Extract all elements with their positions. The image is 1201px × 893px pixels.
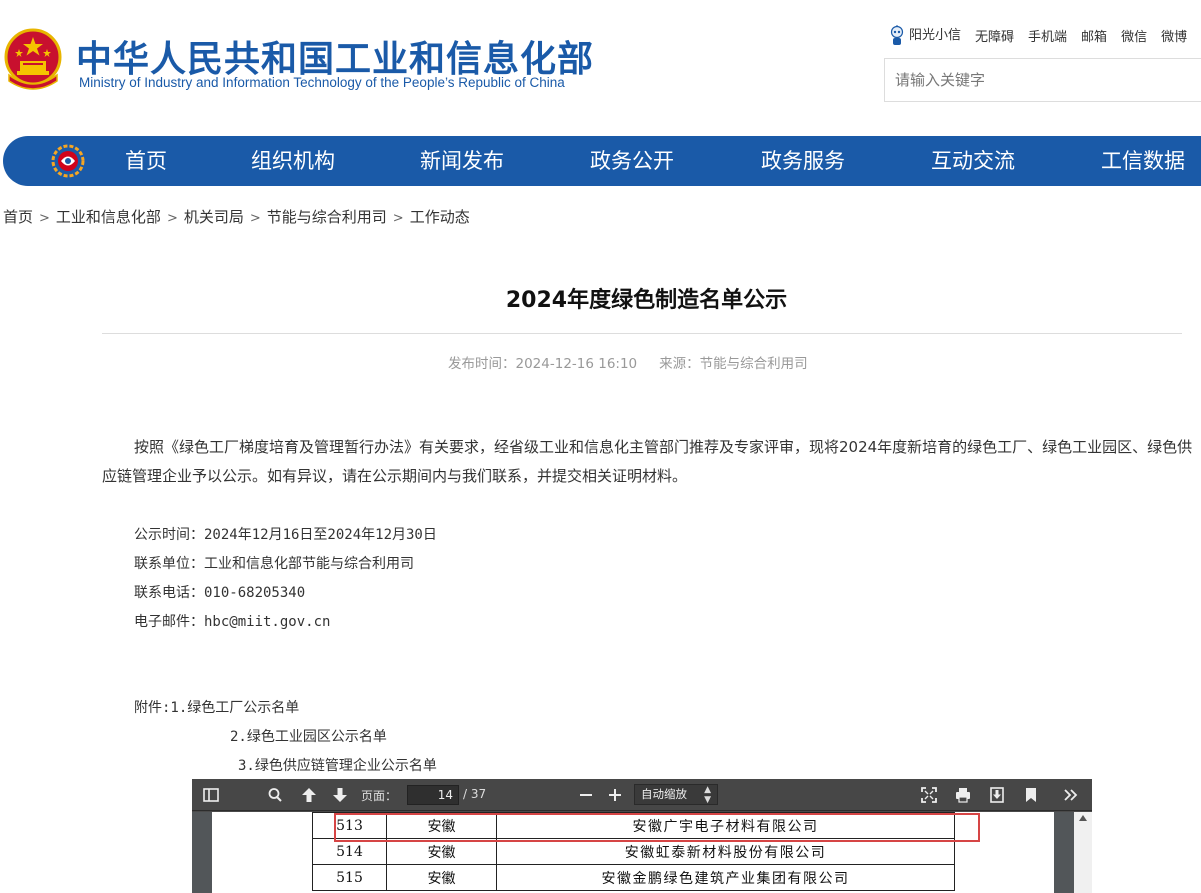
row-number: 513 [312,812,387,839]
total-pages: / 37 [463,787,487,801]
nav-interaction[interactable]: 互动交流 [931,136,1015,186]
intro-paragraph: 按照《绿色工厂梯度培育及管理暂行办法》有关要求，经省级工业和信息化主管部门推荐及… [102,438,1193,485]
pdf-toolbar: 页面： 14 / 37 自动缩放 ▲ ▼ [192,779,1092,811]
site-subtitle: Ministry of Industry and Information Tec… [79,75,565,90]
row-province: 安徽 [386,864,497,891]
page: 中华人民共和国工业和信息化部 Ministry of Industry and … [0,0,1201,893]
previous-page-icon[interactable] [300,786,318,804]
publish-time: 发布时间：2024-12-16 16:10 [448,356,638,372]
tools-menu-icon[interactable] [1062,786,1080,804]
top-links: 阳光小信 无障碍 手机端 邮箱 微信 微博 [888,24,1187,47]
bookmark-icon[interactable] [1022,786,1040,804]
nav-home[interactable]: 首页 [125,136,167,186]
zoom-in-icon[interactable] [606,786,624,804]
pdf-page: 513 安徽 安徽广宇电子材料有限公司 514 安徽 安徽虹泰新材料股份有限公司… [212,812,1054,893]
notice-period: 公示时间：2024年12月16日至2024年12月30日 [134,527,437,543]
mail-link[interactable]: 邮箱 [1081,26,1107,45]
sidebar-toggle-icon[interactable] [202,786,220,804]
breadcrumb-separator: > [392,211,404,226]
sunshine-xiaoxin-link[interactable]: 阳光小信 [888,24,961,47]
mobile-link[interactable]: 手机端 [1028,26,1067,45]
title-divider [102,333,1182,334]
breadcrumb-separator: > [39,211,50,226]
breadcrumb: 首页 > 工业和信息化部 > 机关司局 > 节能与综合利用司 > 工作动态 [3,206,470,227]
pdf-viewer: 页面： 14 / 37 自动缩放 ▲ ▼ 513 安徽 安徽广宇电子材料有限公司… [192,779,1092,893]
article-source: 来源：节能与综合利用司 [659,356,808,372]
weibo-link[interactable]: 微博 [1161,26,1187,45]
next-page-icon[interactable] [331,786,349,804]
download-icon[interactable] [988,786,1006,804]
search-box [884,58,1201,102]
article-title: 2024年度绿色制造名单公示 [505,288,788,313]
row-number: 514 [312,838,387,865]
national-emblem-icon [4,28,62,90]
attachment-2[interactable]: 2.绿色工业园区公示名单 [230,726,387,746]
search-input[interactable] [885,59,1201,101]
nav-news[interactable]: 新闻发布 [420,136,504,186]
page-number-input[interactable]: 14 [407,785,459,805]
factory-list-table: 513 安徽 安徽广宇电子材料有限公司 514 安徽 安徽虹泰新材料股份有限公司… [312,812,955,891]
contact-phone: 联系电话：010-68205340 [134,585,306,601]
print-icon[interactable] [954,786,972,804]
row-company: 安徽广宇电子材料有限公司 [496,812,955,839]
breadcrumb-work-news[interactable]: 工作动态 [410,208,470,226]
table-row: 515 安徽 安徽金鹏绿色建筑产业集团有限公司 [312,864,955,891]
nav-government-affairs[interactable]: 政务公开 [590,136,674,186]
article-meta: 发布时间：2024-12-16 16:10 来源：节能与综合利用司 [448,352,808,372]
breadcrumb-energy-dept[interactable]: 节能与综合利用司 [267,208,387,226]
scroll-up-icon[interactable] [1079,815,1087,821]
breadcrumb-separator: > [166,211,178,226]
row-company: 安徽虹泰新材料股份有限公司 [496,838,955,865]
attachment-1[interactable]: 附件:1.绿色工厂公示名单 [134,697,299,717]
robot-icon [890,24,904,45]
contact-unit: 联系单位：工业和信息化部节能与综合利用司 [134,556,414,572]
pdf-body: 513 安徽 安徽广宇电子材料有限公司 514 安徽 安徽虹泰新材料股份有限公司… [192,812,1092,893]
nav-data[interactable]: 工信数据 [1101,136,1185,186]
select-arrows-icon: ▲ ▼ [704,785,711,805]
breadcrumb-ministry[interactable]: 工业和信息化部 [56,208,161,226]
fullscreen-icon[interactable] [920,786,938,804]
zoom-out-icon[interactable] [577,786,595,804]
attachment-3[interactable]: 3.绿色供应链管理企业公示名单 [238,755,437,775]
nav-organization[interactable]: 组织机构 [251,136,335,186]
page-label: 页面： [361,789,398,803]
table-row: 513 安徽 安徽广宇电子材料有限公司 [312,812,955,839]
accessibility-link[interactable]: 无障碍 [975,26,1014,45]
row-province: 安徽 [386,812,497,839]
nav-government-services[interactable]: 政务服务 [761,136,845,186]
search-icon[interactable] [266,786,284,804]
row-company: 安徽金鹏绿色建筑产业集团有限公司 [496,864,955,891]
breadcrumb-departments[interactable]: 机关司局 [184,208,244,226]
table-row: 514 安徽 安徽虹泰新材料股份有限公司 [312,838,955,865]
row-province: 安徽 [386,838,497,865]
pdf-scrollbar[interactable] [1074,812,1092,893]
sunshine-xiaoxin-label: 阳光小信 [909,28,962,43]
main-nav: 首页 组织机构 新闻发布 政务公开 政务服务 互动交流 工信数据 [3,136,1201,186]
zoom-select[interactable]: 自动缩放 ▲ ▼ [634,784,718,805]
breadcrumb-home[interactable]: 首页 [3,208,33,226]
contact-email: 电子邮件：hbc@miit.gov.cn [134,614,331,630]
breadcrumb-separator: > [249,211,261,226]
wechat-link[interactable]: 微信 [1121,26,1147,45]
row-number: 515 [312,864,387,891]
miit-logo-icon [51,144,85,178]
zoom-value: 自动缩放 [641,787,687,801]
